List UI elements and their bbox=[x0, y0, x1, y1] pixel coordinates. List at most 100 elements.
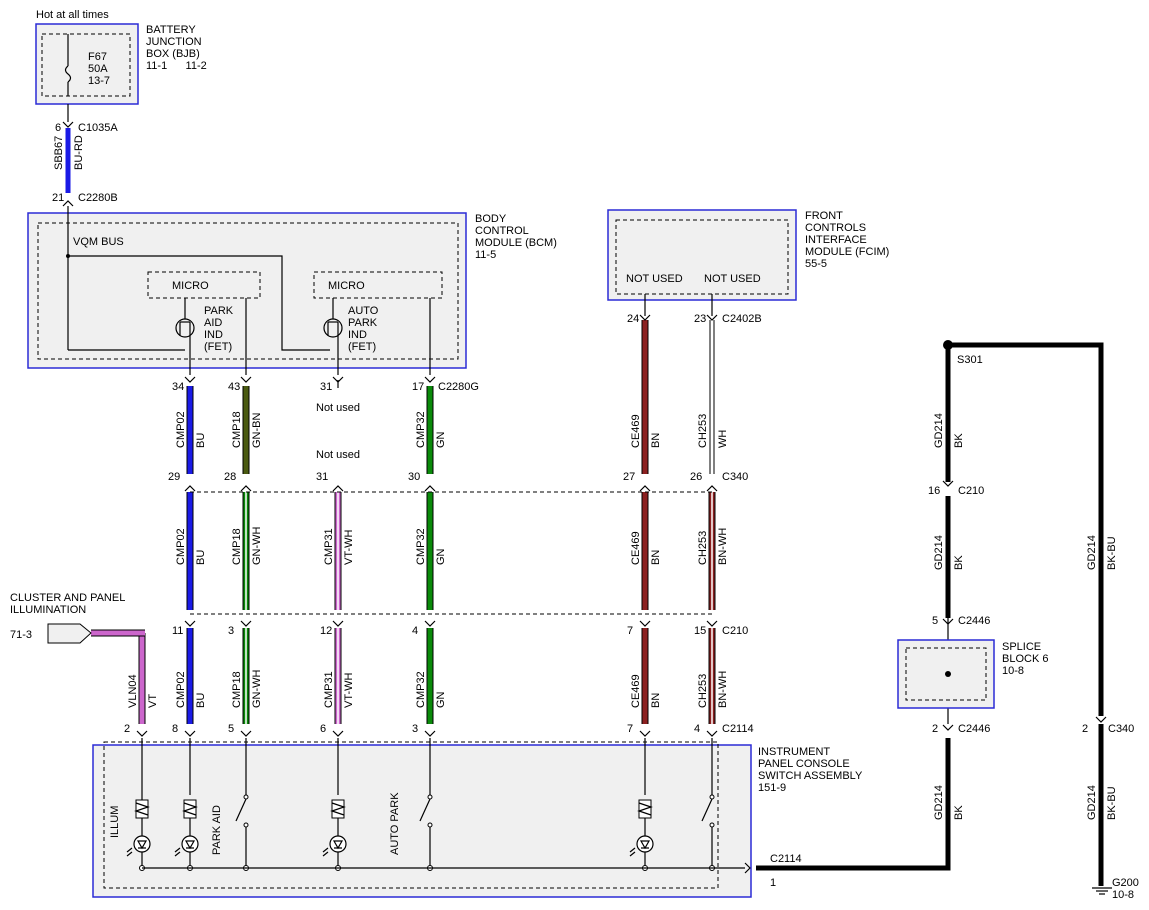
s301-splice-icon bbox=[943, 340, 953, 350]
bjb-title-3: BOX (BJB) bbox=[146, 48, 200, 60]
bk-bu-label: BK-BU bbox=[1106, 786, 1118, 820]
fcim-switch-icon-contact2 bbox=[709, 822, 715, 828]
low-circuit-label: CE469 bbox=[630, 674, 642, 708]
c210-label: C210 bbox=[722, 625, 748, 637]
mid-color-label: BU bbox=[195, 550, 207, 565]
c210-connector bbox=[424, 620, 436, 627]
bcm-title-4: 11-5 bbox=[475, 249, 496, 261]
fuse-id: F67 bbox=[88, 51, 107, 63]
mid-color-label: VT-WH bbox=[343, 530, 355, 565]
cluster-label-1: CLUSTER AND PANEL bbox=[10, 592, 125, 604]
sbb67-circuit: SBB67 bbox=[53, 136, 65, 170]
c210-pin-label: 11 bbox=[172, 625, 183, 637]
mid-circuit-label: CE469 bbox=[630, 531, 642, 565]
c340-pin-label: 27 bbox=[623, 471, 635, 483]
mid-color-label: BN-WH bbox=[717, 528, 729, 565]
c2446-label-top: C2446 bbox=[958, 615, 990, 627]
c340-ground-connector bbox=[1095, 716, 1107, 723]
low-circuit-label: CMP31 bbox=[323, 671, 335, 708]
c2446-bottom-connector bbox=[942, 724, 954, 731]
splice-block-3: 10-8 bbox=[1002, 665, 1024, 677]
top-circuit-label: CMP32 bbox=[415, 411, 427, 448]
bk-bu-label: BK-BU bbox=[1106, 536, 1118, 570]
cluster-arrow-icon bbox=[47, 623, 92, 644]
top-circuit-label: CMP18 bbox=[231, 411, 243, 448]
c2114-ground-pin: 1 bbox=[770, 877, 776, 889]
top-color-label: GN-BN bbox=[251, 413, 263, 449]
top-circuit-label: CMP02 bbox=[175, 411, 187, 448]
mid-color-label: BN bbox=[650, 550, 662, 565]
fet1-line-2: AID bbox=[204, 317, 222, 329]
mid-color-label: GN-WH bbox=[251, 526, 263, 565]
mid-circuit-label: CH253 bbox=[697, 531, 709, 565]
c2114-pin-label: 8 bbox=[172, 723, 178, 735]
auto-park-lamp-icon bbox=[329, 835, 347, 853]
c2114-pin-label: 6 bbox=[320, 723, 326, 735]
fet2-line-1: AUTO bbox=[348, 305, 379, 317]
ipcs-title-3: SWITCH ASSEMBLY bbox=[758, 770, 863, 782]
top-color-label: BU bbox=[195, 433, 207, 448]
illum-label: ILLUM bbox=[109, 806, 121, 838]
c2402b-label: C2402B bbox=[722, 313, 762, 325]
cluster-label-2: ILLUMINATION bbox=[10, 604, 86, 616]
auto-park-switch-icon-contact2 bbox=[427, 822, 433, 828]
c2280g-label: C2280G bbox=[438, 381, 479, 393]
c210-connector bbox=[240, 620, 252, 627]
ipcs-title-1: INSTRUMENT bbox=[758, 746, 830, 758]
c2114-connector bbox=[332, 730, 344, 737]
wiring-diagram: Hot at all times F67 50A 13-7 BATTERY JU… bbox=[10, 9, 1139, 901]
fet1-line-4: (FET) bbox=[204, 341, 232, 353]
bcm-title-3: MODULE (BCM) bbox=[475, 237, 557, 249]
c1035a-label: C1035A bbox=[78, 122, 118, 134]
gd214-label: GD214 bbox=[933, 535, 945, 570]
c2446-pin-top: 5 bbox=[932, 615, 938, 627]
illum-lamp-icon bbox=[133, 835, 151, 853]
c210-ground-label: C210 bbox=[958, 485, 984, 497]
ipcs-box bbox=[92, 744, 752, 898]
park-aid-label: PARK AID bbox=[211, 805, 223, 855]
bk-label: BK bbox=[953, 433, 965, 448]
c2114-connector bbox=[706, 730, 718, 737]
top-pin-label: 17 bbox=[412, 381, 424, 393]
c2114-label: C2114 bbox=[722, 723, 754, 735]
gd214-label: GD214 bbox=[933, 413, 945, 448]
low-circuit-label: CH253 bbox=[697, 674, 709, 708]
top-pin-label: 24 bbox=[627, 313, 639, 325]
auto-park-label: AUTO PARK bbox=[389, 792, 401, 855]
g200-label: G200 bbox=[1112, 877, 1139, 889]
c210-pin-label: 3 bbox=[228, 625, 234, 637]
top-pin-label: 34 bbox=[172, 381, 184, 393]
c2114-connector bbox=[136, 730, 148, 737]
c210-ground-pin: 16 bbox=[928, 485, 940, 497]
top-pin-label: 23 bbox=[694, 313, 706, 325]
pin-connector bbox=[240, 376, 252, 383]
top-color-label: BN bbox=[650, 433, 662, 448]
fcim-title-3: INTERFACE bbox=[805, 234, 867, 246]
s301-label: S301 bbox=[957, 354, 983, 366]
top-pin-label: 43 bbox=[228, 381, 240, 393]
gd214-label: GD214 bbox=[1086, 785, 1098, 820]
c2114-connector bbox=[424, 730, 436, 737]
c2114-ground-label: C2114 bbox=[770, 853, 802, 865]
c210-connector bbox=[332, 620, 344, 627]
low-color-label: BU bbox=[195, 693, 207, 708]
fet2-line-4: (FET) bbox=[348, 341, 376, 353]
c210-pin-label: 12 bbox=[320, 625, 332, 637]
c340-connector bbox=[332, 485, 344, 492]
c340-connector bbox=[184, 485, 196, 492]
bjb-title-1: BATTERY bbox=[146, 24, 196, 36]
ipcs-title-2: PANEL CONSOLE bbox=[758, 758, 850, 770]
bjb-box bbox=[35, 23, 139, 105]
c2446-pin-bottom: 2 bbox=[932, 723, 938, 735]
fuse-rating: 50A bbox=[88, 63, 108, 75]
c340-connector bbox=[706, 485, 718, 492]
c210-pin-label: 7 bbox=[627, 625, 633, 637]
ipcs-title-4: 151-9 bbox=[758, 782, 786, 794]
fcim-box bbox=[607, 209, 797, 301]
bjb-title-2: JUNCTION bbox=[146, 36, 202, 48]
bk-label: BK bbox=[953, 805, 965, 820]
fcim-title-4: MODULE (FCIM) bbox=[805, 246, 889, 258]
bjb-title-4: 11-1 11-2 bbox=[146, 60, 207, 72]
sbb67-color: BU-RD bbox=[73, 135, 85, 170]
gd214-label: GD214 bbox=[933, 785, 945, 820]
